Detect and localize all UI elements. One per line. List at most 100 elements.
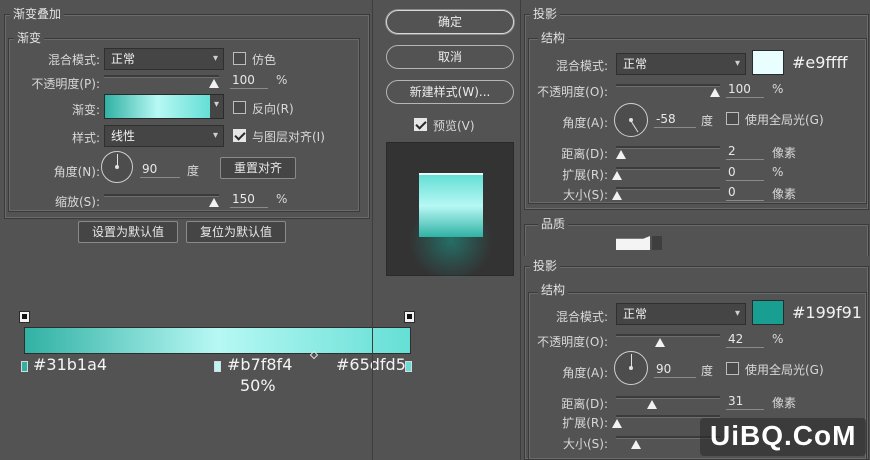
ds2-distance-label: 距离(D): [561, 397, 608, 411]
opacity-stop-right[interactable] [404, 311, 415, 323]
watermark-text: UiBQ.CoM [710, 420, 857, 451]
ds1-opacity-slider-thumb[interactable] [710, 88, 720, 97]
blend-mode-label: 混合模式: [47, 53, 100, 67]
angle-dial[interactable] [101, 151, 133, 183]
reverse-label: 反向(R) [252, 102, 294, 116]
watermark-logo: UiBQ.CoM [700, 418, 867, 456]
ds2-opacity-slider-thumb[interactable] [655, 338, 665, 347]
ds1-spread-slider-thumb[interactable] [612, 171, 622, 180]
ds1-distance-slider[interactable] [616, 146, 720, 149]
ds1-size-unit: 像素 [772, 187, 797, 201]
ds2-opacity-unit: % [772, 332, 784, 346]
ds2-color-swatch[interactable] [752, 300, 784, 325]
angle-input[interactable]: 90 [140, 160, 180, 178]
contour-dropdown[interactable] [652, 236, 662, 250]
set-default-button[interactable]: 设置为默认值 [78, 221, 178, 243]
ds1-size-input[interactable]: 0 [726, 183, 764, 201]
ds2-blend-mode-select[interactable]: 正常 ▾ [616, 303, 746, 325]
cancel-button[interactable]: 取消 [386, 45, 514, 69]
ds1-spread-label: 扩展(R): [562, 168, 608, 182]
ds2-angle-input[interactable]: 90 [654, 360, 696, 378]
reset-default-button[interactable]: 复位为默认值 [186, 221, 286, 243]
ds1-opacity-input[interactable]: 100 [726, 80, 764, 98]
reverse-checkbox[interactable] [233, 101, 246, 114]
ds2-opacity-slider[interactable] [616, 334, 720, 337]
gradient-picker[interactable]: ▾ [104, 94, 224, 119]
blend-mode-value: 正常 [111, 52, 136, 66]
ds1-global-light-checkbox[interactable] [726, 112, 739, 125]
angle-dial-center [115, 165, 119, 169]
ds1-blend-mode-value: 正常 [623, 57, 648, 71]
scale-slider[interactable] [104, 194, 219, 197]
drop-shadow-2-section: 结构 [538, 281, 569, 298]
ds2-spread-slider-thumb[interactable] [612, 419, 622, 428]
style-value: 线性 [111, 129, 136, 143]
ds2-angle-dial[interactable] [614, 351, 648, 385]
color-stop-left-icon[interactable] [21, 361, 28, 372]
opacity-input[interactable]: 100 [230, 71, 268, 89]
dither-label: 仿色 [252, 53, 277, 67]
ds2-distance-slider[interactable] [616, 396, 720, 399]
gradient-bar[interactable] [24, 327, 411, 354]
ds2-distance-slider-thumb[interactable] [647, 400, 657, 409]
ds1-color-swatch[interactable] [752, 50, 784, 75]
ds1-color-hex: #e9ffff [792, 53, 848, 72]
left-panel-divider [372, 0, 373, 460]
color-stop-mid-icon[interactable] [214, 361, 221, 372]
ds1-size-slider[interactable] [616, 187, 720, 190]
ds2-distance-input[interactable]: 31 [726, 392, 764, 410]
ds1-blend-mode-label: 混合模式: [555, 59, 608, 73]
ds2-size-label: 大小(S): [562, 437, 608, 451]
ds1-spread-slider[interactable] [616, 167, 720, 170]
opacity-slider[interactable] [104, 75, 219, 78]
ds1-size-slider-thumb[interactable] [612, 191, 622, 200]
preview-square [419, 173, 483, 237]
quality-title: 品质 [538, 215, 569, 232]
opacity-stop-left[interactable] [19, 311, 30, 323]
ds1-opacity-slider[interactable] [616, 84, 720, 87]
gradient-swatch[interactable] [105, 95, 210, 118]
scale-unit: % [276, 192, 288, 206]
scale-slider-thumb[interactable] [209, 198, 219, 207]
ds2-global-light-label: 使用全局光(G) [745, 363, 824, 377]
ds1-distance-input[interactable]: 2 [726, 142, 764, 160]
dither-checkbox[interactable] [233, 52, 246, 65]
reset-alignment-button[interactable]: 重置对齐 [220, 157, 296, 179]
align-with-layer-checkbox[interactable] [233, 129, 246, 142]
drop-shadow-2-title: 投影 [530, 257, 561, 274]
ds1-angle-dial[interactable] [614, 103, 648, 137]
style-label: 样式: [71, 131, 100, 145]
ds2-opacity-label: 不透明度(O): [537, 335, 608, 349]
scale-input[interactable]: 150 [230, 190, 268, 208]
ds1-angle-input[interactable]: -58 [654, 110, 696, 128]
color-stop-right-icon[interactable] [405, 361, 412, 372]
ds1-spread-input[interactable]: 0 [726, 163, 764, 181]
align-with-layer-label: 与图层对齐(I) [252, 130, 325, 144]
style-select[interactable]: 线性 ▾ [104, 125, 224, 147]
chevron-down-icon: ▾ [212, 130, 218, 141]
angle-unit: 度 [187, 164, 200, 178]
style-preview-canvas [386, 142, 514, 281]
new-style-button[interactable]: 新建样式(W)... [386, 80, 514, 104]
ds2-color-hex: #199f91 [792, 303, 862, 322]
ds1-distance-slider-thumb[interactable] [616, 150, 626, 159]
blend-mode-select[interactable]: 正常 ▾ [104, 48, 224, 70]
ok-button[interactable]: 确定 [386, 10, 514, 34]
drop-shadow-1-section: 结构 [538, 29, 569, 46]
ds1-global-light-label: 使用全局光(G) [745, 113, 824, 127]
chevron-down-icon: ▾ [734, 308, 740, 319]
ds1-blend-mode-select[interactable]: 正常 ▾ [616, 53, 746, 75]
chevron-down-icon: ▾ [213, 99, 219, 110]
angle-label: 角度(N): [53, 165, 100, 179]
opacity-slider-thumb[interactable] [209, 79, 219, 88]
preview-checkbox[interactable] [414, 118, 427, 131]
mid-location-percent: 50% [240, 376, 276, 395]
ds2-global-light-checkbox[interactable] [726, 362, 739, 375]
ds1-angle-dial-center [629, 118, 633, 122]
color-stop-left-hex: #31b1a4 [33, 355, 108, 374]
ds1-distance-unit: 像素 [772, 146, 797, 160]
ds2-opacity-input[interactable]: 42 [726, 330, 764, 348]
ds2-size-slider-thumb[interactable] [631, 440, 641, 449]
ds1-angle-unit: 度 [701, 114, 714, 128]
ds1-distance-label: 距离(D): [561, 147, 608, 161]
